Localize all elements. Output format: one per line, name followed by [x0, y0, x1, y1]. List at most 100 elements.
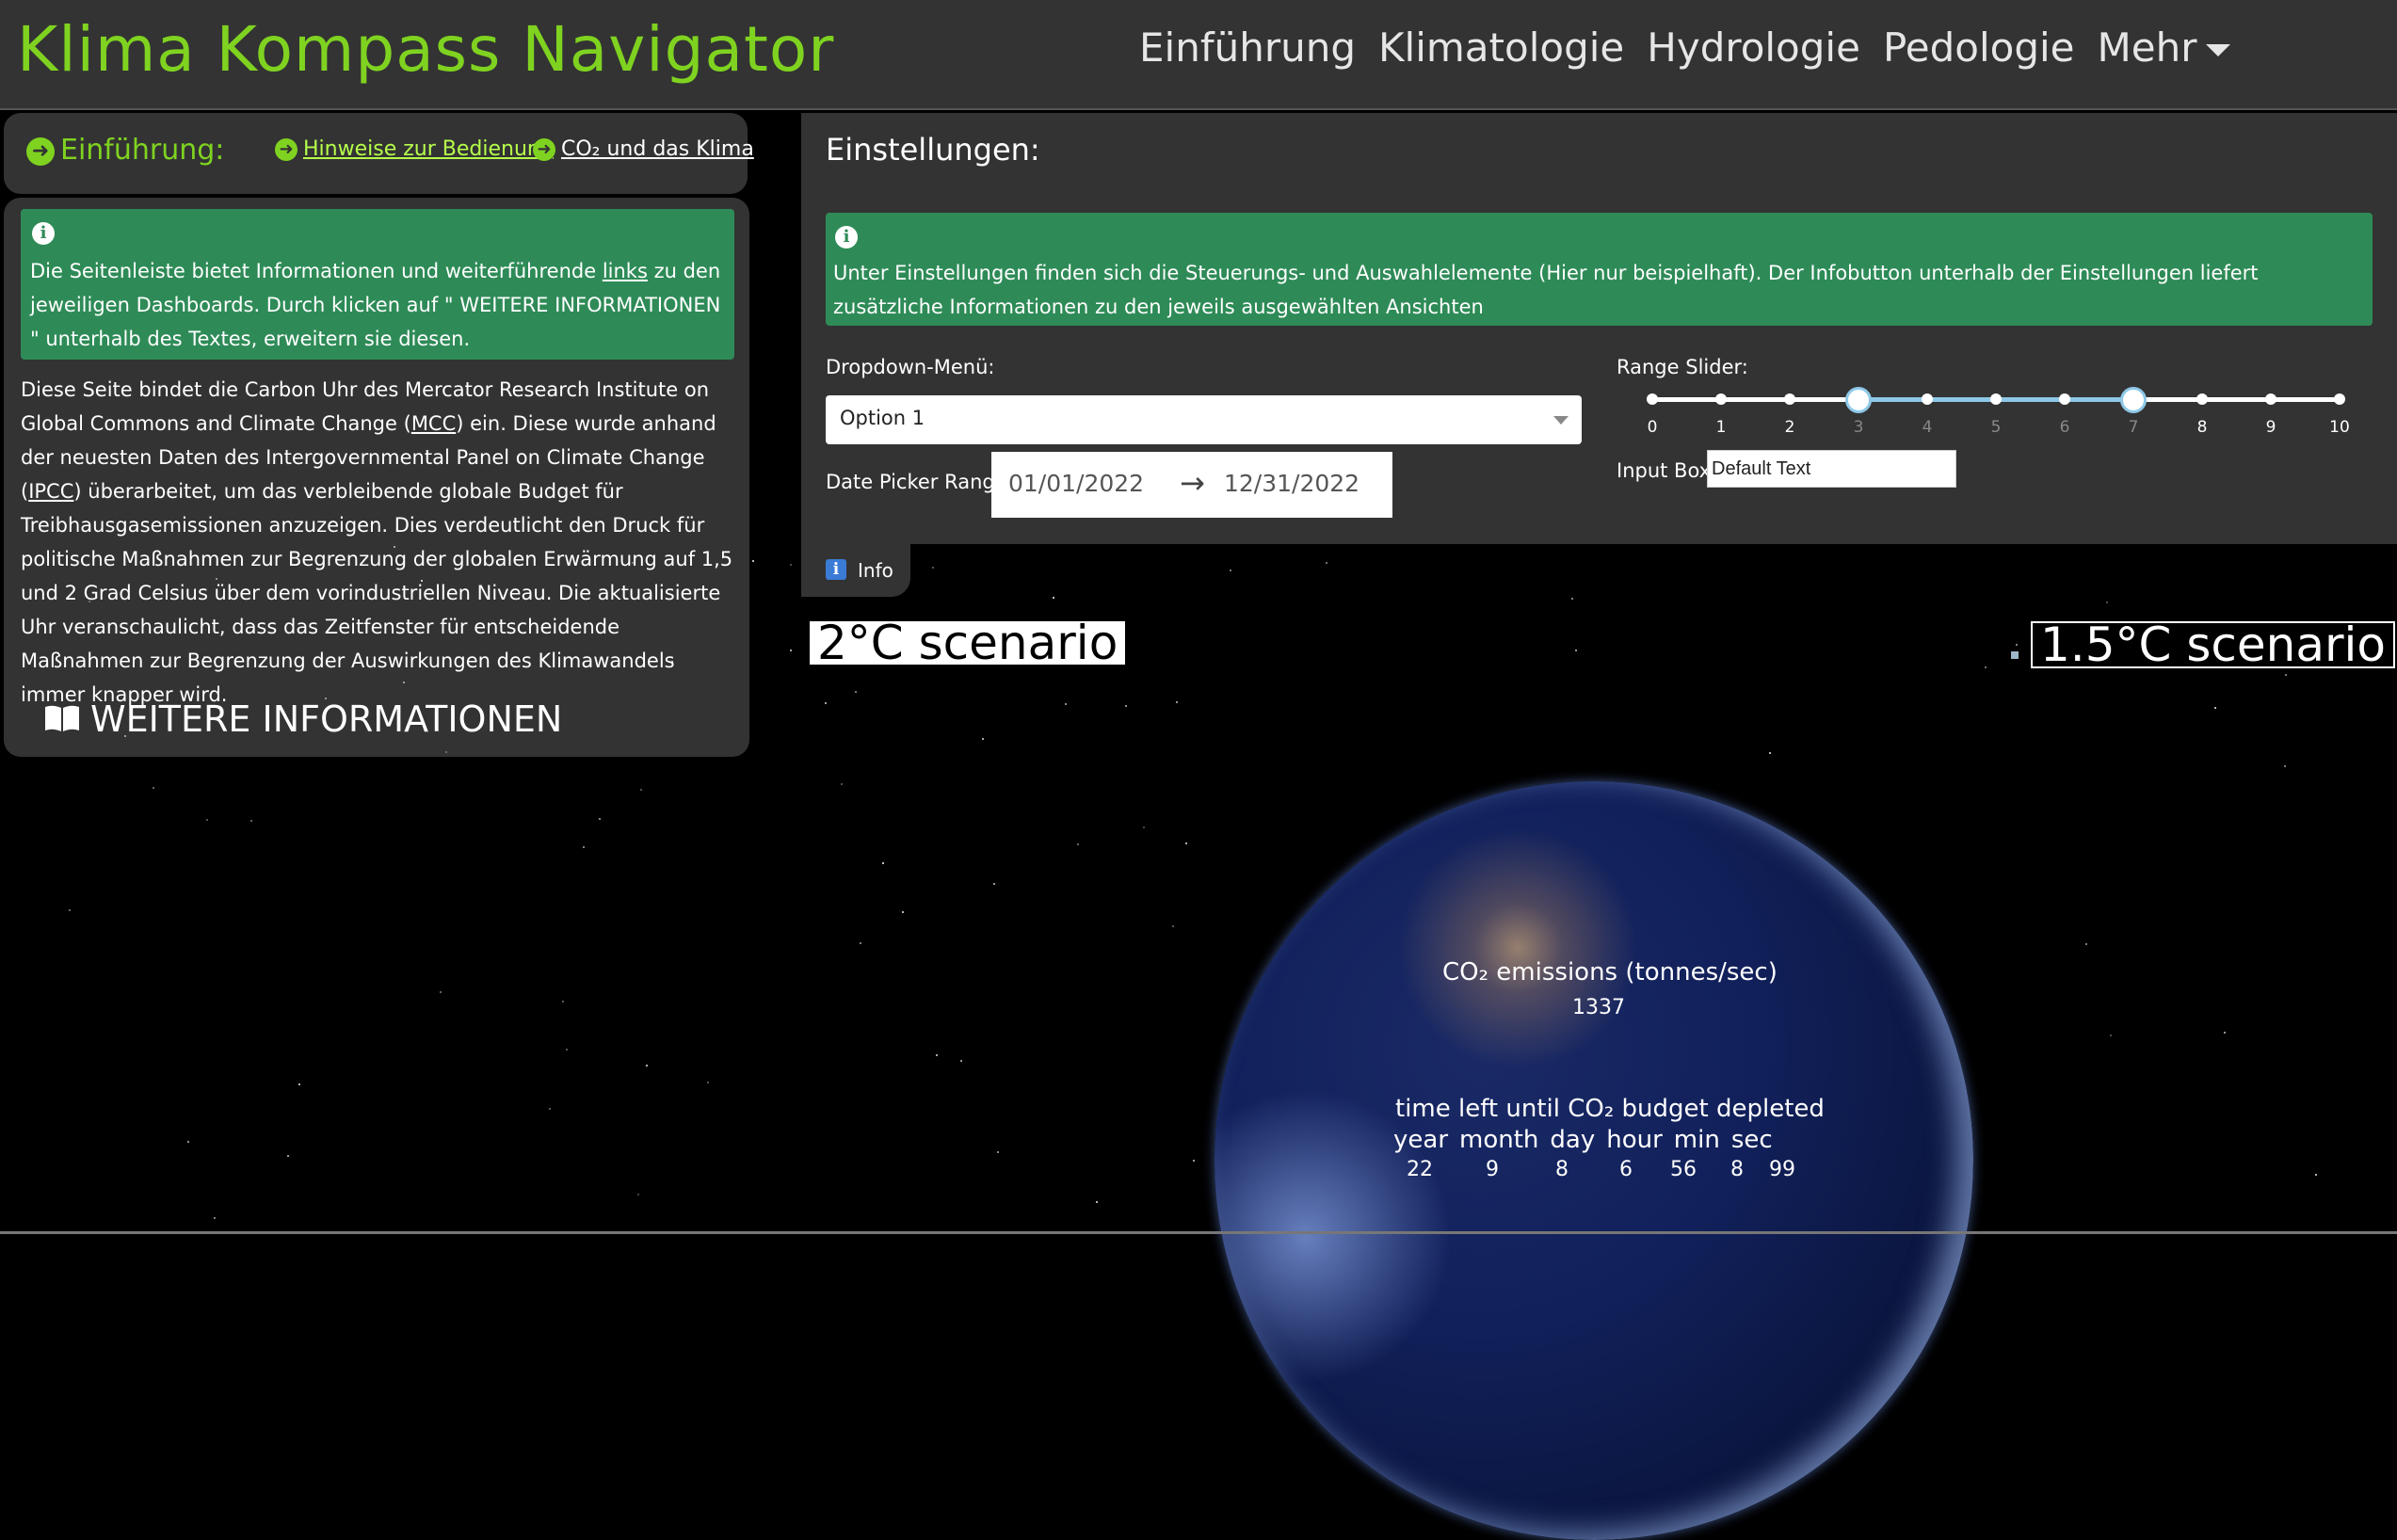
- star: [88, 601, 90, 602]
- slider-tick: [2265, 393, 2276, 405]
- dropdown-value: Option 1: [840, 407, 925, 429]
- star: [2106, 602, 2108, 603]
- star: [599, 818, 601, 820]
- dropdown-select[interactable]: Option 1: [826, 395, 1582, 444]
- value-year: 22: [1407, 1158, 1433, 1181]
- app-title[interactable]: Klima Kompass Navigator: [17, 13, 834, 86]
- info-button[interactable]: i Info: [801, 544, 910, 597]
- time-left-label: time left until CO₂ budget depleted: [1395, 1095, 1825, 1123]
- star: [562, 1001, 564, 1003]
- more-info-label: WEITERE INFORMATIONEN: [90, 698, 563, 740]
- slider-mark-label: 8: [2196, 418, 2208, 437]
- star: [2085, 943, 2087, 945]
- navbar-divider: [0, 108, 2397, 110]
- star: [932, 567, 934, 569]
- unit-sec: sec: [1730, 1126, 1773, 1154]
- star: [841, 783, 843, 785]
- star: [1230, 569, 1231, 571]
- star: [707, 1082, 709, 1083]
- star: [187, 1141, 189, 1143]
- star: [790, 650, 792, 651]
- star: [445, 751, 447, 753]
- bottom-divider: [0, 1231, 2397, 1234]
- slider-tick: [1922, 393, 1933, 405]
- links-link[interactable]: links: [603, 260, 648, 282]
- slider-mark-label: 2: [1784, 418, 1795, 437]
- range-slider-label: Range Slider:: [1617, 356, 1748, 378]
- sidebar-panel: i Die Seitenleiste bietet Informationen …: [4, 198, 749, 757]
- unit-day: day: [1550, 1126, 1596, 1154]
- nav-item-einfuehrung[interactable]: Einführung: [1139, 24, 1356, 71]
- star: [993, 883, 995, 885]
- input-box-label: Input Box:: [1617, 459, 1718, 482]
- star: [640, 789, 642, 791]
- slider-tick: [1784, 393, 1795, 405]
- star: [2224, 1032, 2226, 1034]
- more-info-button[interactable]: WEITERE INFORMATIONEN: [43, 698, 562, 740]
- star: [825, 702, 827, 704]
- star: [403, 682, 405, 683]
- value-min: 56: [1670, 1158, 1697, 1181]
- star: [2285, 674, 2287, 676]
- sidebar-tab-label: CO₂ und das Klima: [561, 137, 754, 161]
- star: [1172, 925, 1174, 927]
- settings-info-box: i Unter Einstellungen finden sich die St…: [826, 213, 2373, 326]
- value-hour: 6: [1619, 1158, 1633, 1181]
- range-slider[interactable]: 0 1 2 3 4 5 6 7 8 9 10: [1647, 387, 2350, 454]
- input-box[interactable]: [1707, 450, 1956, 488]
- star: [1185, 842, 1187, 844]
- star: [860, 942, 861, 944]
- chevron-down-icon: [1553, 416, 1569, 425]
- arrow-circle-right-icon: ➜: [533, 138, 555, 161]
- slider-mark-label: 4: [1922, 418, 1933, 437]
- date-end-input[interactable]: 12/31/2022: [1224, 470, 1359, 497]
- nav-item-klimatologie[interactable]: Klimatologie: [1378, 24, 1624, 71]
- date-picker-label: Date Picker Range:: [826, 471, 1014, 493]
- scenario-2c-tab[interactable]: 2°C scenario: [810, 619, 1126, 666]
- info-icon: i: [826, 559, 846, 580]
- book-open-icon: [45, 705, 79, 731]
- slider-mark-label: 10: [2329, 418, 2350, 437]
- slider-handle-high[interactable]: [2120, 387, 2147, 413]
- info-icon: i: [32, 222, 55, 245]
- star: [325, 698, 327, 699]
- unit-min: min: [1673, 1126, 1720, 1154]
- settings-panel: Einstellungen: i Unter Einstellungen fin…: [801, 113, 2397, 544]
- slider-tick: [1715, 393, 1727, 405]
- star: [583, 846, 585, 848]
- star: [287, 1155, 289, 1157]
- star: [1985, 666, 1987, 668]
- star: [566, 1049, 568, 1051]
- sidebar-info-text: Die Seitenleiste bietet Informationen un…: [30, 254, 727, 356]
- slider-tick: [2334, 393, 2345, 405]
- star: [671, 661, 673, 663]
- sidebar-tab-co2[interactable]: ➜ CO₂ und das Klima: [533, 137, 754, 161]
- star: [752, 560, 754, 562]
- star: [1575, 650, 1577, 651]
- date-start-input[interactable]: 01/01/2022: [1008, 470, 1144, 497]
- value-centisec: 99: [1769, 1158, 1795, 1181]
- sidebar-tab-einfuehrung[interactable]: ➜ Einführung:: [26, 134, 224, 167]
- star: [1065, 703, 1067, 705]
- sidebar-tab-hinweise[interactable]: ➜ Hinweise zur Bedienung: [275, 137, 554, 161]
- ipcc-link[interactable]: IPCC: [28, 480, 73, 503]
- star: [1077, 843, 1079, 845]
- star: [1326, 562, 1327, 564]
- sidebar-info-box: i Die Seitenleiste bietet Informationen …: [21, 209, 734, 360]
- slider-mark-label: 3: [1853, 418, 1864, 437]
- slider-tick: [2196, 393, 2208, 405]
- star: [637, 1194, 639, 1195]
- nav-item-mehr-dropdown[interactable]: Mehr: [2098, 24, 2231, 71]
- nav-item-pedologie[interactable]: Pedologie: [1883, 24, 2075, 71]
- nav-item-hydrologie[interactable]: Hydrologie: [1647, 24, 1860, 71]
- slider-mark-label: 5: [1990, 418, 2002, 437]
- star: [997, 1151, 999, 1153]
- star: [1053, 597, 1054, 599]
- slider-mark-label: 0: [1647, 418, 1658, 437]
- star: [440, 991, 442, 993]
- scenario-1-5c-tab[interactable]: 1.5°C scenario: [2031, 621, 2395, 668]
- slider-handle-low[interactable]: [1845, 387, 1872, 413]
- mcc-link[interactable]: MCC: [411, 412, 456, 435]
- star: [855, 691, 857, 693]
- star: [214, 1217, 216, 1219]
